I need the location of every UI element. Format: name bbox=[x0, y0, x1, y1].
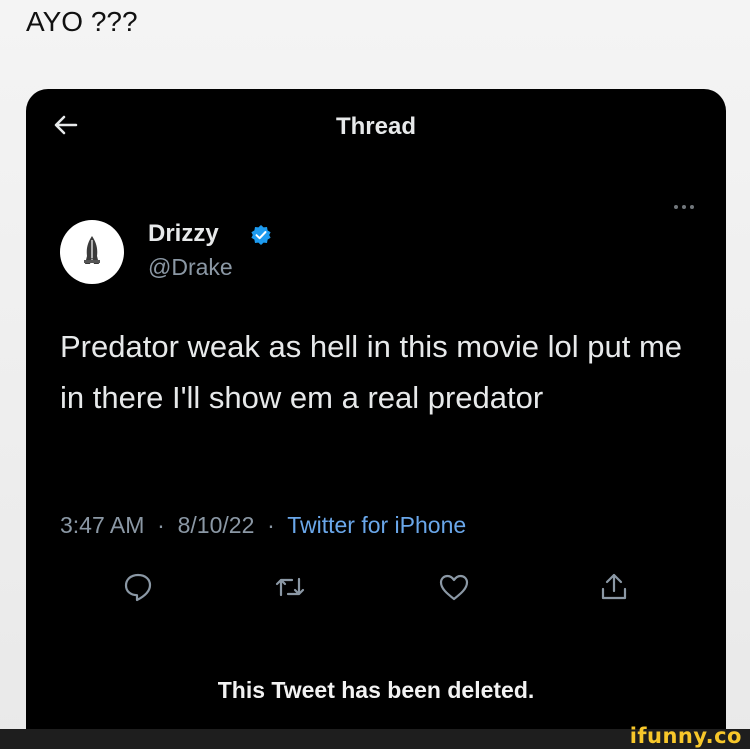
ifunny-watermark: ifunny.co bbox=[629, 724, 742, 748]
user-handle[interactable]: @Drake bbox=[148, 254, 233, 281]
tweet-source-link[interactable]: Twitter for iPhone bbox=[287, 512, 466, 538]
avatar[interactable] bbox=[60, 220, 124, 284]
page-title: Thread bbox=[335, 113, 416, 140]
more-options-icon[interactable] bbox=[672, 203, 696, 211]
share-icon[interactable] bbox=[596, 569, 632, 605]
tweet-text: Predator weak as hell in this movie lol … bbox=[60, 329, 683, 415]
deleted-tweet-notice: This Tweet has been deleted. bbox=[217, 677, 535, 703]
tweet-metadata: 3:47 AM · 8/10/22 · Twitter for iPhone bbox=[60, 512, 466, 539]
retweet-icon[interactable] bbox=[272, 569, 308, 605]
praying-hands-icon bbox=[84, 236, 100, 264]
separator-dot: · bbox=[260, 512, 282, 538]
tweet-date: 8/10/22 bbox=[177, 512, 255, 538]
separator-dot: · bbox=[150, 512, 172, 538]
meme-caption: AYO ??? bbox=[26, 6, 138, 37]
verified-badge-icon bbox=[251, 225, 271, 245]
tweet-time: 3:47 AM bbox=[60, 512, 145, 538]
like-icon[interactable] bbox=[436, 569, 472, 605]
tweet-actions-bar bbox=[26, 569, 726, 609]
reply-icon[interactable] bbox=[120, 569, 156, 605]
tweet-screenshot: Thread Drizzy @Drake Predator weak as he… bbox=[26, 89, 726, 729]
display-name[interactable]: Drizzy bbox=[148, 220, 219, 248]
thread-header: Thread bbox=[26, 89, 726, 169]
